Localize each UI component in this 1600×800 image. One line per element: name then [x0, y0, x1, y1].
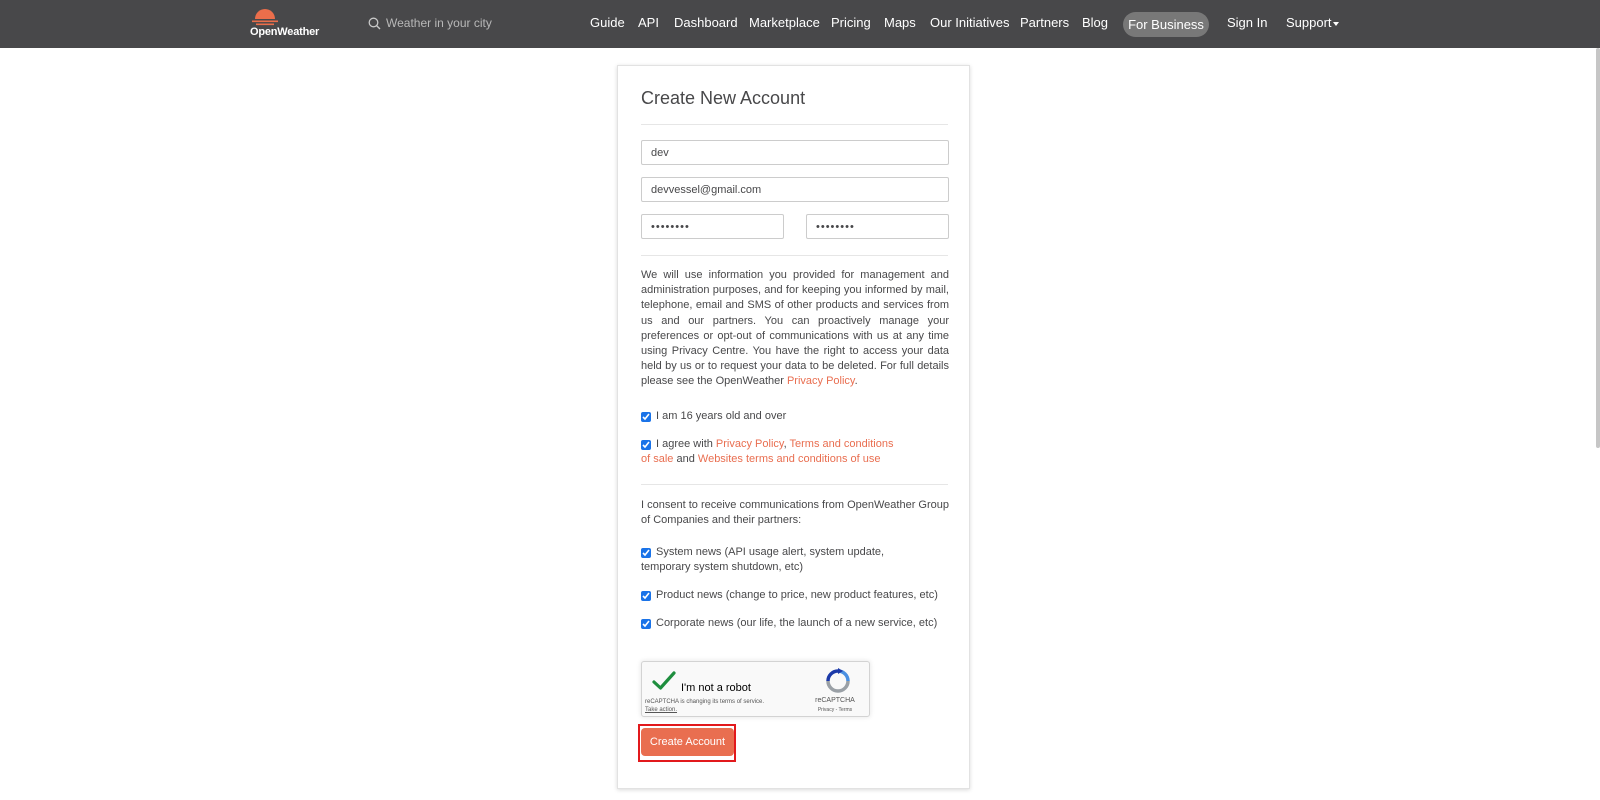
nav-for-business[interactable]: For Business: [1123, 12, 1209, 37]
nav-support[interactable]: Support: [1286, 15, 1339, 33]
nav-our-initiatives[interactable]: Our Initiatives: [930, 15, 1009, 33]
agree-privacy-policy-link[interactable]: Privacy Policy: [716, 438, 784, 450]
age-label: I am 16 years old and over: [656, 410, 787, 422]
create-account-button[interactable]: Create Account: [641, 728, 734, 756]
openweather-logo[interactable]: OpenWeather: [247, 8, 327, 42]
logo-text: OpenWeather: [250, 26, 320, 38]
page-title: Create New Account: [641, 88, 806, 108]
nav-dashboard[interactable]: Dashboard: [674, 15, 738, 33]
corporate-news-checkbox[interactable]: [641, 619, 651, 629]
chevron-down-icon: [1332, 21, 1339, 26]
corporate-news-label: Corporate news (our life, the launch of …: [656, 617, 938, 629]
nav-guide[interactable]: Guide: [590, 15, 625, 33]
checkmark-icon[interactable]: [652, 671, 676, 691]
top-navigation: OpenWeather Guide API Dashboard Marketpl…: [0, 0, 1600, 48]
divider: [641, 124, 948, 125]
recaptcha-notice: reCAPTCHA is changing its terms of servi…: [645, 699, 765, 705]
divider: [641, 484, 948, 485]
age-checkbox[interactable]: [641, 412, 651, 422]
search-box[interactable]: [368, 14, 518, 34]
email-field[interactable]: [641, 177, 949, 202]
search-icon: [368, 17, 381, 30]
recaptcha-widget: I'm not a robot reCAPTCHA is changing it…: [641, 661, 870, 717]
password-field[interactable]: [641, 214, 784, 239]
take-action-link[interactable]: Take action.: [645, 707, 677, 713]
agree-terms-label: I agree with Privacy Policy, Terms and c…: [641, 437, 901, 467]
recaptcha-logo-icon: [826, 668, 850, 693]
consent-text: I consent to receive communications from…: [641, 499, 949, 527]
username-field[interactable]: [641, 140, 949, 165]
nav-support-label: Support: [1286, 15, 1332, 30]
divider: [641, 255, 948, 256]
password-confirm-field[interactable]: [806, 214, 949, 239]
privacy-policy-link[interactable]: Privacy Policy: [787, 375, 855, 387]
product-news-label: Product news (change to price, new produ…: [656, 589, 938, 601]
nav-api[interactable]: API: [638, 15, 659, 33]
website-terms-link[interactable]: Websites terms and conditions of use: [698, 453, 881, 465]
privacy-notice-text: We will use information you provided for…: [641, 269, 949, 388]
system-news-label: System news (API usage alert, system upd…: [641, 546, 885, 573]
agree-and: and: [673, 453, 698, 465]
nav-marketplace[interactable]: Marketplace: [749, 15, 820, 33]
nav-partners[interactable]: Partners: [1020, 15, 1069, 33]
agree-prefix: I agree with: [656, 438, 716, 450]
nav-blog[interactable]: Blog: [1082, 15, 1108, 33]
page-scrollbar[interactable]: [1596, 48, 1600, 448]
search-input[interactable]: [386, 14, 516, 32]
sun-logo-icon: [252, 9, 278, 26]
create-account-card: Create New Account We will use informati…: [617, 65, 970, 789]
privacy-notice-end: .: [854, 375, 858, 388]
product-news-checkbox[interactable]: [641, 591, 651, 601]
privacy-notice: We will use information you provided for…: [641, 268, 949, 390]
recaptcha-brand: reCAPTCHA: [815, 697, 855, 704]
recaptcha-label: I'm not a robot: [681, 682, 751, 694]
nav-sign-in[interactable]: Sign In: [1227, 15, 1267, 33]
nav-maps[interactable]: Maps: [884, 15, 916, 33]
nav-pricing[interactable]: Pricing: [831, 15, 871, 33]
recaptcha-privacy-terms-link[interactable]: Privacy - Terms: [810, 707, 860, 713]
